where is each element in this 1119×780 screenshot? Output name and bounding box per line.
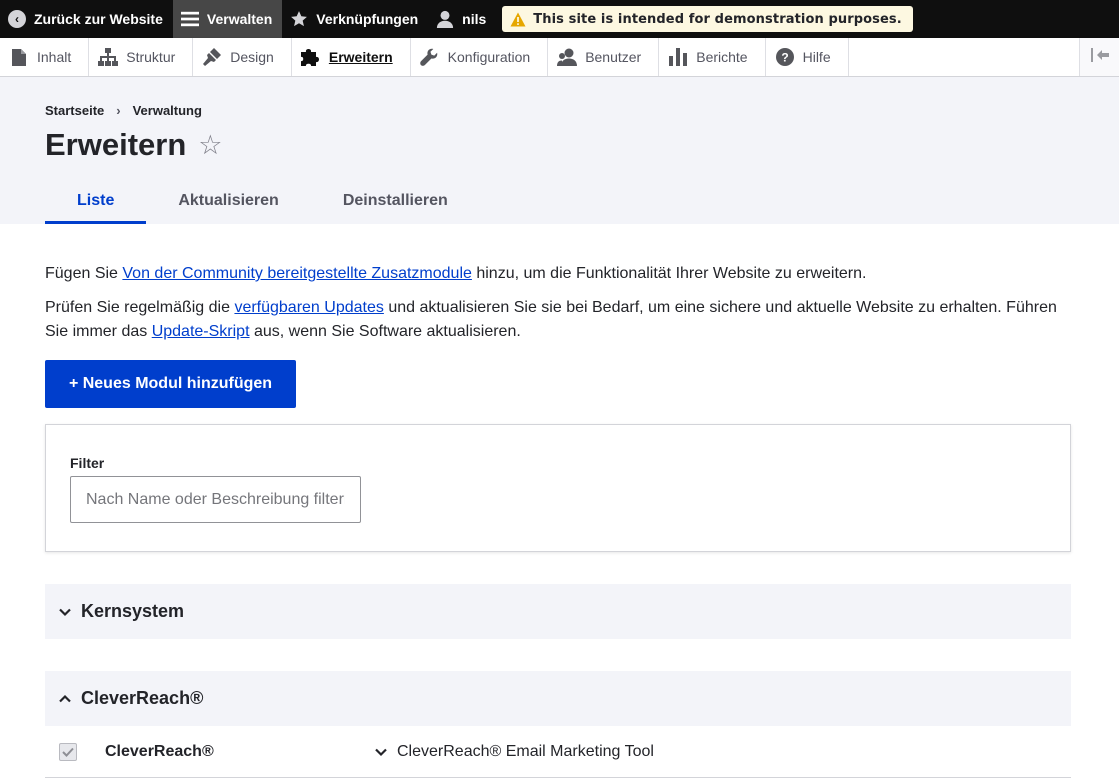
intro-text: Fügen Sie [45,265,123,282]
chevron-down-icon [58,605,72,619]
tray-item-label: Benutzer [585,49,642,65]
tab-list[interactable]: Liste [45,181,147,224]
tray-item-reports[interactable]: Berichte [659,38,766,76]
user-icon [436,10,454,28]
chevron-left-icon: ‹ [8,10,26,28]
puzzle-icon [300,47,321,67]
intro-text: Prüfen Sie regelmäßig die [45,299,235,316]
breadcrumb-admin-link[interactable]: Verwaltung [133,103,202,118]
tray-item-appearance[interactable]: Design [193,38,292,76]
module-row: CleverReach® CleverReach® Email Marketin… [45,726,1071,778]
user-tab[interactable]: nils [428,0,496,38]
package-group-core[interactable]: Kernsystem [45,584,1071,639]
package-group-cleverreach[interactable]: CleverReach® [45,671,1071,726]
tray-item-people[interactable]: Benutzer [548,38,660,76]
package-group-title: CleverReach® [81,688,204,708]
back-to-site-label: Zurück zur Website [34,11,163,27]
breadcrumb: Startseite › Verwaltung [45,103,202,118]
intro-text: aus, wenn Sie Software aktualisieren. [249,323,521,340]
tray-item-label: Erweitern [328,49,393,65]
wrench-icon [420,47,440,67]
admin-menu-tray: Inhalt Struktur Design Erweitern Konfigu… [0,38,1119,77]
tray-item-label: Struktur [126,49,176,65]
shortcuts-label: Verknüpfungen [316,11,419,27]
tray-item-label: Design [230,49,274,65]
page-title-text: Erweitern [45,127,187,162]
paintbrush-icon [202,47,222,67]
star-icon [290,10,308,28]
tray-item-content[interactable]: Inhalt [0,38,90,76]
tray-item-label: Konfiguration [447,49,531,65]
user-label: nils [462,11,487,27]
local-tabs: Liste Aktualisieren Deinstallieren [45,181,480,224]
tray-item-extend[interactable]: Erweitern [292,38,411,76]
checkmark-icon [62,747,74,757]
breadcrumb-home-link[interactable]: Startseite [45,103,104,118]
structure-icon [98,47,119,67]
intro-paragraph-1: Fügen Sie Von der Community bereitgestel… [45,262,1071,286]
admin-toolbar: ‹ Zurück zur Website Verwalten Verknüpfu… [0,0,1119,38]
add-module-button[interactable]: + Neues Modul hinzufügen [45,360,296,408]
chevron-up-icon [58,692,72,706]
page-header: Startseite › Verwaltung Erweitern ☆ List… [0,77,1119,224]
tray-item-label: Hilfe [802,49,831,65]
shortcut-star-icon[interactable]: ☆ [198,130,222,161]
tray-item-label: Inhalt [37,49,72,65]
manage-label: Verwalten [206,11,273,27]
bar-chart-icon [668,47,688,67]
warning-icon [510,12,526,26]
package-group-title: Kernsystem [81,601,185,621]
filter-input[interactable] [70,476,361,523]
tab-update[interactable]: Aktualisieren [146,181,310,224]
tray-item-configuration[interactable]: Konfiguration [411,38,549,76]
back-to-site-link[interactable]: ‹ Zurück zur Website [0,0,173,38]
breadcrumb-separator: › [116,103,121,118]
file-icon [9,47,29,67]
page-title: Erweitern ☆ [45,127,223,163]
collapse-left-icon [1090,47,1109,67]
chevron-down-icon [374,745,388,759]
tray-item-help[interactable]: ? Hilfe [766,38,849,76]
available-updates-link[interactable]: verfügbaren Updates [234,299,383,316]
module-checkbox[interactable] [59,743,77,761]
demo-notice-badge: This site is intended for demonstration … [502,6,913,32]
hamburger-icon [180,10,199,28]
update-script-link[interactable]: Update-Skript [152,323,250,340]
module-description: CleverReach® Email Marketing Tool [397,743,654,760]
tray-item-structure[interactable]: Struktur [89,38,194,76]
filter-label: Filter [70,455,105,471]
tray-item-label: Berichte [696,49,748,65]
tab-uninstall[interactable]: Deinstallieren [311,181,480,224]
contributed-modules-link[interactable]: Von der Community bereitgestellte Zusatz… [122,265,472,282]
module-description-toggle[interactable]: CleverReach® Email Marketing Tool [374,743,654,761]
help-icon: ? [775,47,795,67]
module-name: CleverReach® [105,743,214,760]
shortcuts-tab[interactable]: Verknüpfungen [282,0,428,38]
tray-orientation-toggle[interactable] [1079,38,1119,76]
manage-tab[interactable]: Verwalten [172,0,283,38]
people-icon [557,47,578,67]
intro-paragraph-2: Prüfen Sie regelmäßig die verfügbaren Up… [45,296,1071,344]
demo-notice-text: This site is intended for demonstration … [533,11,902,27]
filter-panel: Filter [45,424,1071,552]
intro-text: hinzu, um die Funktionalität Ihrer Websi… [471,265,867,282]
svg-text:?: ? [781,51,788,65]
